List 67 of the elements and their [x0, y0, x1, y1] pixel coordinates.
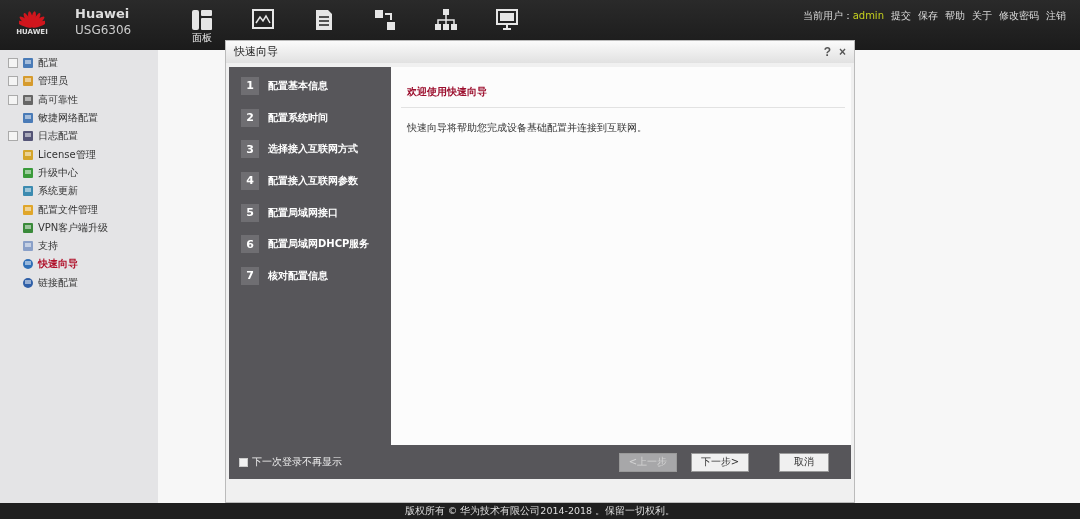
product-name: Huawei: [75, 6, 131, 22]
step-label: 配置局域网DHCP服务: [268, 237, 370, 252]
header-link[interactable]: 提交: [891, 9, 911, 23]
step-label: 配置系统时间: [268, 110, 328, 125]
step-number: 6: [241, 235, 259, 254]
step-label: 核对配置信息: [268, 268, 328, 283]
step-number: 2: [241, 108, 259, 127]
menu-item-icon: [22, 221, 34, 234]
model-name: USG6306: [75, 22, 133, 38]
monitor-icon[interactable]: [495, 8, 519, 32]
dashboard-icon[interactable]: [190, 8, 214, 32]
menu-item[interactable]: 敏捷网络配置: [38, 111, 98, 126]
menu-item-icon: [22, 130, 34, 143]
step-number: 3: [241, 140, 259, 159]
menu-item-icon: [22, 166, 34, 179]
menu-item-icon: [22, 203, 34, 216]
menu-item[interactable]: 配置: [38, 56, 58, 71]
nav-label[interactable]: 面板: [192, 32, 212, 44]
menu-item[interactable]: 高可靠性: [38, 92, 78, 107]
menu-item-icon: [22, 276, 34, 289]
menu-item[interactable]: 支持: [38, 239, 58, 254]
next-button[interactable]: 下一步>: [691, 452, 749, 472]
step-number: 5: [241, 203, 259, 222]
user-label: 当前用户：admin: [802, 9, 884, 23]
menu-item-icon: [22, 93, 34, 106]
menu-item-icon: [22, 112, 34, 125]
checkbox[interactable]: [239, 457, 248, 467]
menu-item[interactable]: 配置文件管理: [38, 202, 98, 217]
user-name: admin: [852, 10, 884, 21]
menu-item-icon: [22, 57, 34, 70]
menu-item[interactable]: License管理: [38, 147, 96, 162]
menu-item[interactable]: 链接配置: [38, 275, 78, 290]
step-label: 配置局域网接口: [268, 205, 338, 220]
menu-item[interactable]: 升级中心: [38, 165, 78, 180]
step-number: 7: [241, 266, 259, 285]
menu-item[interactable]: 日志配置: [38, 129, 78, 144]
menu-item[interactable]: 快速向导: [38, 257, 78, 272]
header-link[interactable]: 注销: [1046, 9, 1066, 23]
wizard-heading: 欢迎使用快速向导: [401, 85, 845, 108]
step-label: 配置基本信息: [268, 78, 328, 93]
dialog-title: 快速向导: [234, 45, 278, 59]
objects-icon[interactable]: [373, 8, 397, 32]
menu-item[interactable]: 系统更新: [38, 184, 78, 199]
wizard-description: 快速向导将帮助您完成设备基础配置并连接到互联网。: [406, 122, 648, 135]
chart-icon[interactable]: [251, 8, 275, 32]
help-button[interactable]: ?: [823, 45, 831, 59]
network-icon[interactable]: [434, 8, 458, 32]
step-number: 1: [241, 76, 259, 95]
step-number: 4: [241, 171, 259, 190]
menu-item[interactable]: VPN客户端升级: [38, 220, 109, 235]
copyright-text: 版权所有 © 华为技术有限公司2014-2018 。保留一切权利。: [404, 504, 676, 518]
close-button[interactable]: ×: [839, 45, 846, 59]
header-link[interactable]: 关于: [972, 9, 992, 23]
logo-icon: [19, 8, 45, 28]
menu-item-icon: [22, 75, 34, 88]
step-label: 选择接入互联网方式: [268, 142, 358, 157]
menu-item-icon: [22, 258, 34, 271]
cancel-button[interactable]: 取消: [779, 452, 829, 472]
step-label: 配置接入互联网参数: [268, 173, 358, 188]
menu-item-icon: [22, 148, 34, 161]
menu-item[interactable]: 管理员: [38, 74, 68, 89]
header-link[interactable]: 帮助: [945, 9, 965, 23]
menu-item-icon: [22, 240, 34, 253]
menu-item-icon: [22, 185, 34, 198]
header-link[interactable]: 修改密码: [999, 9, 1039, 23]
header-link[interactable]: 保存: [918, 9, 938, 23]
checkbox-label[interactable]: 下一次登录不再显示: [252, 455, 342, 469]
